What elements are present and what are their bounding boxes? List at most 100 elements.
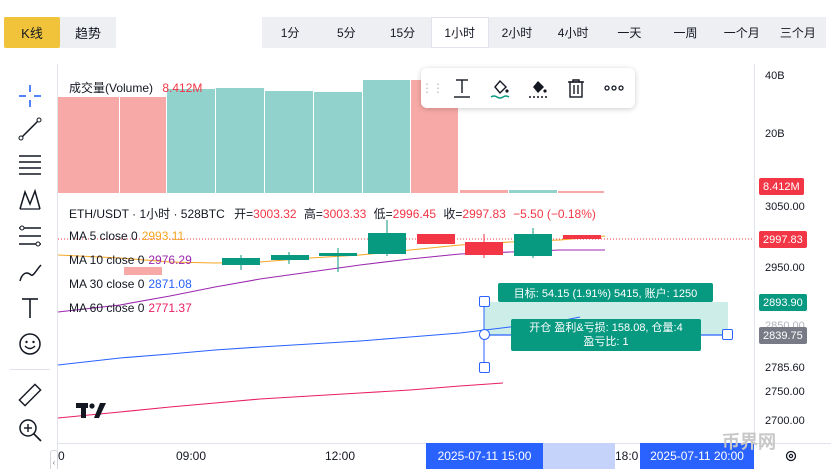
last-price-tag: 2997.83 xyxy=(759,231,807,248)
volume-bar xyxy=(509,190,557,193)
position-open-line1: 开仓 盈利&亏损: 158.08, 仓量:4 xyxy=(529,322,683,334)
time-range-band xyxy=(543,443,615,469)
pattern-icon[interactable] xyxy=(14,186,46,214)
drag-handle-icon[interactable]: ⋮⋮ xyxy=(421,81,444,95)
top-toolbar: K线 趋势 1分 5分 15分 1小时 2小时 4小时 一天 一周 一个月 三个… xyxy=(0,0,831,64)
ma5-legend: MA 5 close 0 2993.11 xyxy=(69,229,184,243)
ma60-value: 2771.37 xyxy=(148,301,192,315)
crosshair-icon[interactable] xyxy=(14,82,46,110)
price-tick: 2700.00 xyxy=(765,415,805,427)
ma10-label: MA 10 close 0 xyxy=(69,253,145,267)
volume-bar xyxy=(460,190,508,193)
price-tick: 2750.00 xyxy=(765,386,805,398)
ma60-line xyxy=(57,382,504,419)
candle xyxy=(514,234,552,256)
entry-handle-right[interactable] xyxy=(722,329,733,340)
ma10-value: 2976.29 xyxy=(148,253,192,267)
emoji-icon[interactable] xyxy=(14,330,46,358)
zoom-in-icon[interactable] xyxy=(14,416,46,444)
open-label: 开= xyxy=(234,207,254,221)
stop-handle[interactable] xyxy=(479,362,490,373)
close-value: 2997.83 xyxy=(462,207,506,221)
symbol-legend: ETH/USDT · 1小时 · 528BTC 开=3003.32 高=3003… xyxy=(69,205,596,222)
interval-1d[interactable]: 一天 xyxy=(601,17,657,48)
fill-color-icon[interactable] xyxy=(481,72,519,104)
trend-line-icon[interactable] xyxy=(14,115,46,143)
candle xyxy=(465,242,503,255)
interval-4h[interactable]: 4小时 xyxy=(545,17,601,48)
interval-1h[interactable]: 1小时 xyxy=(430,17,489,48)
volume-tick: 40B xyxy=(765,70,785,82)
high-value: 3003.33 xyxy=(322,207,367,221)
close-label: 收= xyxy=(443,207,463,221)
fib-icon[interactable] xyxy=(14,222,46,250)
tradingview-logo[interactable] xyxy=(74,398,110,424)
interval-3mo[interactable]: 三个月 xyxy=(770,17,826,48)
candle xyxy=(417,234,455,244)
horizontal-lines-icon[interactable] xyxy=(14,150,46,178)
drawing-properties-toolbar: ⋮⋮ xyxy=(421,68,635,108)
candle xyxy=(271,255,309,260)
drawing-toolbar: ‹ xyxy=(0,64,58,469)
gear-icon[interactable] xyxy=(784,449,798,463)
volume-legend: 成交量(Volume) 8.412M xyxy=(69,79,202,96)
volume-bar xyxy=(58,97,119,193)
tab-kline[interactable]: K线 xyxy=(4,17,60,48)
collapse-toolbar-button[interactable]: ‹ xyxy=(50,450,58,469)
price-tick: 2950.00 xyxy=(765,262,805,274)
volume-bar xyxy=(363,80,410,193)
ma5-label: MA 5 close 0 xyxy=(69,229,138,243)
text-icon[interactable] xyxy=(14,294,46,322)
price-tick: 3050.00 xyxy=(765,201,805,213)
entry-handle-left[interactable] xyxy=(479,329,490,340)
interval-2h[interactable]: 2小时 xyxy=(489,17,545,48)
candle xyxy=(222,258,260,265)
text-icon[interactable] xyxy=(443,72,481,104)
ma5-value: 2993.11 xyxy=(141,229,185,243)
volume-legend-label: 成交量(Volume) xyxy=(69,81,154,95)
position-target-label[interactable]: 目标: 54.15 (1.91%) 5415, 账户: 1250 xyxy=(498,283,713,302)
candle xyxy=(368,233,406,254)
open-value: 3003.32 xyxy=(253,207,297,221)
ma60-legend: MA 60 close 0 2771.37 xyxy=(69,301,192,315)
target-handle[interactable] xyxy=(479,296,490,307)
time-tick: 12:00 xyxy=(325,449,356,463)
brush-icon[interactable] xyxy=(14,258,46,286)
volume-bar xyxy=(265,91,313,193)
ruler-icon[interactable] xyxy=(14,381,46,409)
volume-bar xyxy=(216,88,264,193)
tab-trend[interactable]: 趋势 xyxy=(60,17,116,48)
entry-price-tag: 2839.75 xyxy=(759,327,807,344)
target-price-tag: 2893.90 xyxy=(759,294,807,311)
low-value: 2996.45 xyxy=(392,207,437,221)
ma10-legend: MA 10 close 0 2976.29 xyxy=(69,253,192,267)
interval-1m[interactable]: 1分 xyxy=(262,17,318,48)
delete-icon[interactable] xyxy=(557,72,595,104)
ma30-value: 2871.08 xyxy=(148,277,192,291)
interval-selector: 1分 5分 15分 1小时 2小时 4小时 一天 一周 一个月 三个月 xyxy=(262,17,826,48)
watermark: 币界网 xyxy=(722,432,776,452)
interval-1w[interactable]: 一周 xyxy=(657,17,713,48)
candle xyxy=(319,253,357,256)
interval-5m[interactable]: 5分 xyxy=(318,17,374,48)
ma30-legend: MA 30 close 0 2871.08 xyxy=(69,277,192,291)
time-highlight-start: 2025-07-11 15:00 xyxy=(426,443,543,469)
interval-1mo[interactable]: 一个月 xyxy=(714,17,770,48)
candle xyxy=(563,235,601,239)
candle xyxy=(124,267,162,275)
toolbar-divider xyxy=(10,369,50,370)
price-tick: 2785.60 xyxy=(765,362,805,374)
time-tick: 09:00 xyxy=(176,449,207,463)
low-label: 低= xyxy=(373,207,393,221)
more-icon[interactable] xyxy=(595,72,633,104)
interval-15m[interactable]: 15分 xyxy=(374,17,430,48)
time-tick: 18:0 xyxy=(615,449,639,463)
ma30-line xyxy=(57,316,581,366)
position-open-line2: 盈亏比: 1 xyxy=(583,336,629,348)
volume-bar xyxy=(120,97,166,193)
position-open-label[interactable]: 开仓 盈利&亏损: 158.08, 仓量:4 盈亏比: 1 xyxy=(511,319,701,351)
price-axis[interactable]: 40B 20B 8.412M 3050.00 2997.83 2950.00 2… xyxy=(754,64,831,443)
border-color-icon[interactable] xyxy=(519,72,557,104)
change-value: −5.50 (−0.18%) xyxy=(513,207,596,221)
volume-tag: 8.412M xyxy=(759,178,804,195)
